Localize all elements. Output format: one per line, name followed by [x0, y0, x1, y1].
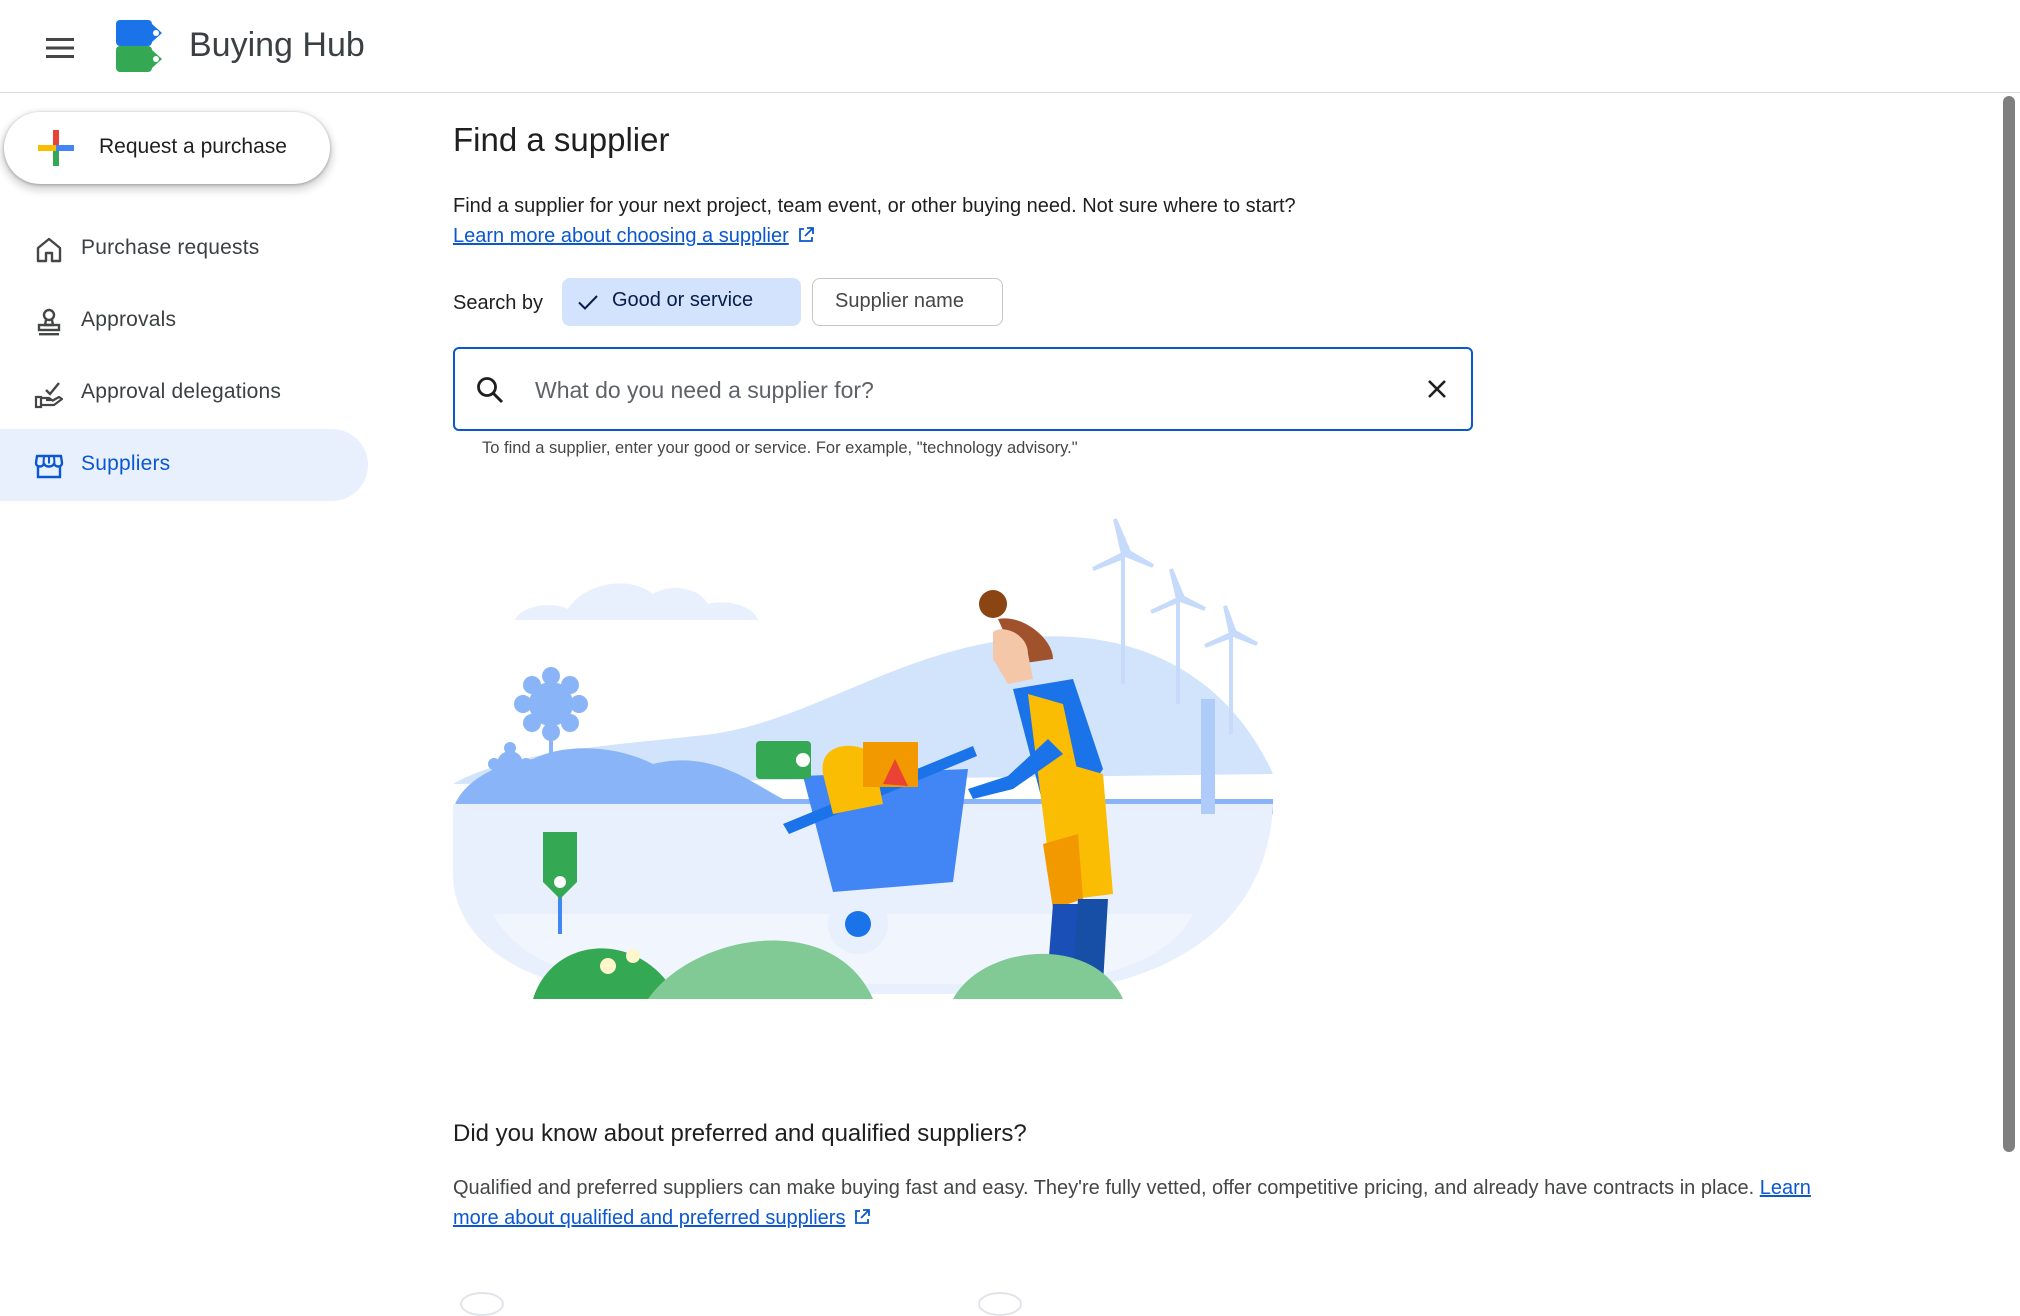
chip-good-or-service[interactable]: Good or service [562, 278, 801, 326]
choosing-supplier-link-row: Learn more about choosing a supplier [453, 221, 815, 251]
supplier-search-field [453, 347, 1473, 431]
sidebar-item-approvals[interactable]: Approvals [0, 285, 368, 357]
sidebar-item-approval-delegations[interactable]: Approval delegations [0, 357, 368, 429]
supplier-illustration [453, 518, 1273, 999]
top-app-bar: Buying Hub [0, 0, 2020, 93]
chip-label: Supplier name [835, 290, 964, 312]
navigation-drawer: Request a purchase Purchase requests App… [0, 94, 380, 1302]
close-icon[interactable] [1417, 369, 1457, 409]
preferred-suppliers-text: Qualified and preferred suppliers can ma… [453, 1173, 1813, 1233]
preferred-suppliers-description: Qualified and preferred suppliers can ma… [453, 1177, 1755, 1199]
intro-text: Find a supplier for your next project, t… [453, 195, 1296, 217]
check-icon [578, 295, 598, 310]
request-purchase-button[interactable]: Request a purchase [4, 112, 330, 184]
preferred-suppliers-heading: Did you know about preferred and qualifi… [453, 1120, 1027, 1147]
buying-hub-logo [116, 20, 162, 72]
search-helper-text: To find a supplier, enter your good or s… [482, 439, 1078, 457]
hand-check-icon [34, 382, 64, 409]
external-link-icon [855, 1209, 871, 1224]
search-icon [477, 377, 504, 404]
request-purchase-label: Request a purchase [99, 135, 287, 158]
app-title: Buying Hub [189, 26, 365, 64]
scrollbar-thumb[interactable] [2003, 96, 2015, 1152]
partial-card-circle [978, 1292, 1022, 1316]
partial-card-circle [460, 1292, 504, 1316]
storefront-icon [34, 454, 64, 479]
chip-label: Good or service [612, 289, 754, 311]
hamburger-menu-icon[interactable] [36, 24, 84, 72]
sidebar-item-label: Suppliers [81, 452, 171, 475]
page-title: Find a supplier [453, 121, 670, 158]
external-link-icon [798, 227, 814, 242]
sidebar-item-suppliers[interactable]: Suppliers [0, 429, 368, 501]
search-input[interactable] [533, 367, 1397, 413]
search-by-label: Search by [453, 292, 544, 314]
chip-supplier-name[interactable]: Supplier name [812, 278, 1003, 326]
home-icon [36, 237, 62, 263]
stamp-icon [37, 308, 61, 336]
sidebar-item-label: Purchase requests [81, 236, 260, 259]
sidebar-item-label: Approvals [81, 308, 177, 331]
sidebar-item-purchase-requests[interactable]: Purchase requests [0, 213, 368, 285]
plus-icon [38, 130, 74, 166]
choosing-supplier-link[interactable]: Learn more about choosing a supplier [453, 225, 789, 247]
sidebar-item-label: Approval delegations [81, 380, 282, 403]
